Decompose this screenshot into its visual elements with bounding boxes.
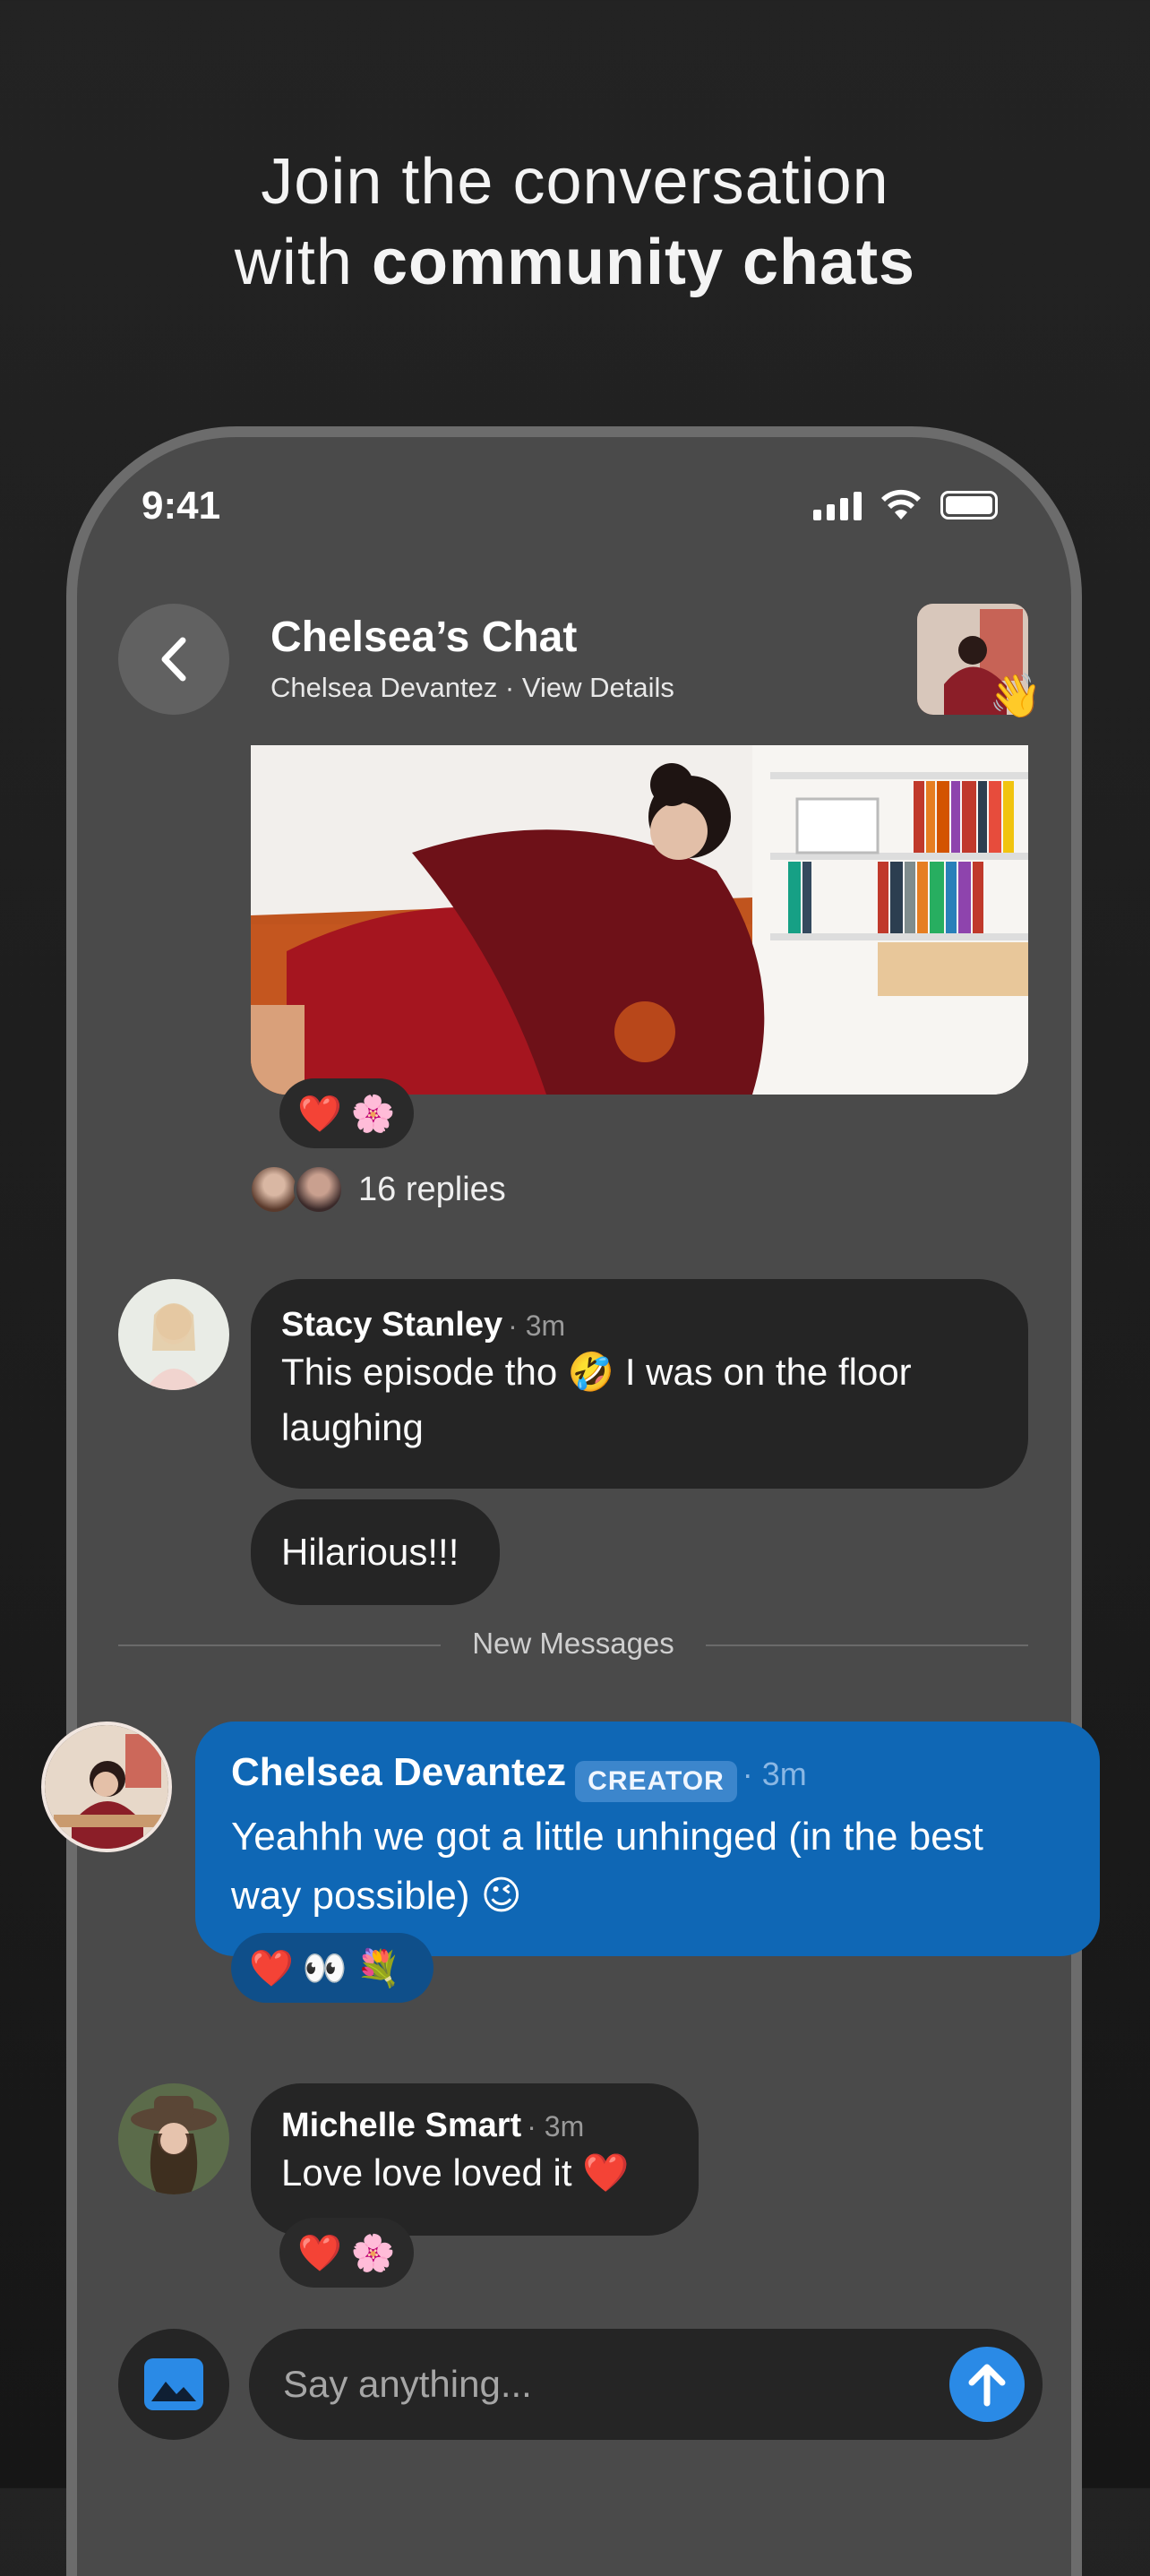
reaction-bouquet[interactable]: 💐 xyxy=(356,1947,401,1989)
creator-message-bubble[interactable]: Chelsea Devantez CREATOR · 3m Yeahhh we go… xyxy=(195,1722,1100,1956)
post-image-art xyxy=(251,745,1028,1095)
reaction-heart[interactable]: ❤️ xyxy=(297,1093,342,1135)
message-time: · 3m xyxy=(508,1309,566,1342)
image-picker-button[interactable] xyxy=(118,2329,229,2440)
reaction-heart[interactable]: ❤️ xyxy=(249,1947,294,1989)
status-icons xyxy=(813,489,998,521)
reply-avatar xyxy=(249,1164,299,1215)
message-input[interactable] xyxy=(281,2362,912,2407)
message-time: · 3m xyxy=(527,2110,585,2142)
new-messages-divider: New Messages xyxy=(118,1627,1028,1660)
replies-link[interactable]: 16 replies xyxy=(249,1164,506,1215)
message-text: Yeahhh we got a little unhinged (in the … xyxy=(231,1814,983,1918)
send-button[interactable] xyxy=(949,2347,1025,2422)
headline-line2: with community chats xyxy=(234,227,916,298)
chat-subtitle[interactable]: Chelsea Devantez · View Details xyxy=(270,672,674,704)
image-icon xyxy=(144,2358,203,2410)
wave-emoji: 👋 xyxy=(989,673,1043,720)
message-time: · 3m xyxy=(742,1756,807,1792)
michelle-reactions[interactable]: ❤️ 🌸 xyxy=(279,2218,414,2288)
headline-line1: Join the conversation xyxy=(261,146,889,218)
replies-count: 16 replies xyxy=(358,1170,506,1208)
message-text: This episode tho 🤣 I was on the floor la… xyxy=(281,1351,912,1448)
post-image[interactable] xyxy=(251,745,1028,1095)
battery-icon xyxy=(940,491,998,519)
avatar-chelsea[interactable] xyxy=(41,1722,172,1852)
divider-line xyxy=(706,1644,1028,1646)
creator-reactions[interactable]: ❤️ 👀 💐 xyxy=(231,1933,433,2003)
avatar-art xyxy=(45,1725,168,1849)
message-bubble-followup[interactable]: Hilarious!!! xyxy=(251,1499,500,1605)
chevron-left-icon xyxy=(161,637,186,682)
message-text: Hilarious!!! xyxy=(281,1531,459,1573)
arrow-up-icon xyxy=(968,2364,1006,2407)
reaction-flower[interactable]: 🌸 xyxy=(351,2232,396,2274)
chat-title: Chelsea’s Chat xyxy=(270,614,578,661)
divider-label: New Messages xyxy=(472,1627,674,1660)
message-author: Michelle Smart xyxy=(281,2107,522,2144)
avatar-stacy[interactable] xyxy=(118,1279,229,1390)
reaction-eyes[interactable]: 👀 xyxy=(303,1947,348,1989)
message-bubble-michelle[interactable]: Michelle Smart · 3m Love love loved it ❤️ xyxy=(251,2083,699,2236)
back-button[interactable] xyxy=(118,604,229,715)
headline: Join the conversation with community cha… xyxy=(0,142,1150,303)
message-text: Love love loved it ❤️ xyxy=(281,2151,630,2194)
avatar-art xyxy=(118,2083,229,2194)
reply-avatar xyxy=(294,1164,344,1215)
message-author: Stacy Stanley xyxy=(281,1306,503,1344)
status-time: 9:41 xyxy=(142,484,221,528)
wifi-icon xyxy=(881,489,921,519)
reaction-heart[interactable]: ❤️ xyxy=(297,2232,342,2274)
message-bubble-stacy[interactable]: Stacy Stanley · 3m This episode tho 🤣 I w… xyxy=(251,1279,1028,1489)
headline-bold: community chats xyxy=(371,227,916,298)
avatar-art xyxy=(145,1303,202,1390)
reaction-flower[interactable]: 🌸 xyxy=(351,1093,396,1135)
cellular-signal-icon xyxy=(813,490,862,520)
message-author: Chelsea Devantez xyxy=(231,1750,567,1794)
message-composer[interactable] xyxy=(249,2329,1043,2440)
creator-badge: CREATOR xyxy=(575,1760,737,1802)
post-reactions[interactable]: ❤️ 🌸 xyxy=(279,1078,414,1148)
avatar-michelle[interactable] xyxy=(118,2083,229,2194)
